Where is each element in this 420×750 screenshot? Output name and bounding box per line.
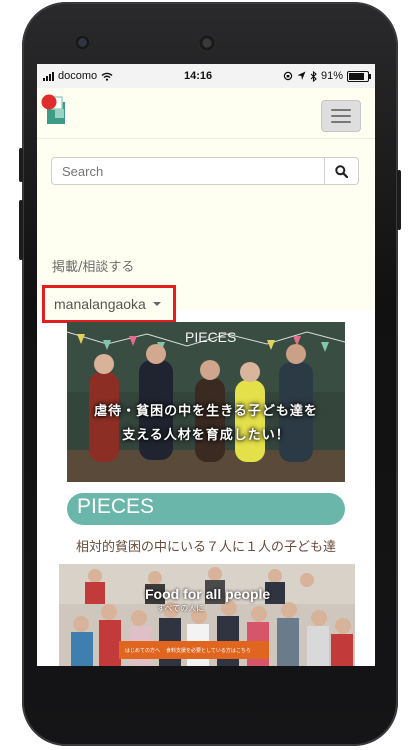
search-icon: [335, 164, 348, 178]
search-bar: [51, 157, 359, 185]
power-button: [397, 170, 401, 230]
caret-down-icon: [152, 302, 161, 306]
hamburger-icon: [331, 109, 351, 111]
rotation-lock-icon: [283, 71, 293, 81]
screen: docomo 14:16 91% Search 掲載/相談する manalang…: [37, 64, 375, 666]
project-tagline: 相対的貧困の中にいる７人に１人の子ども達: [75, 540, 336, 555]
bluetooth-icon: [310, 70, 317, 82]
strip-left-text: はじめての方へ: [125, 647, 161, 654]
banner-caption-line2: 支える人材を育成したい！: [122, 428, 290, 443]
signal-icon: [43, 71, 54, 81]
strip-right-text: 食料支援を必要としている方はこちら: [166, 647, 251, 654]
battery-percent: 91%: [320, 70, 343, 82]
second-project-image[interactable]: Food for all people すべての人に はじめての方へ 食料支援を…: [59, 564, 355, 666]
food-banner-strip: はじめての方へ 食料支援を必要としている方はこちら: [119, 641, 269, 659]
clock: 14:16: [183, 70, 213, 82]
chalkboard-text: PIECES: [185, 329, 236, 345]
food-banner-title: Food for all people: [145, 586, 271, 602]
site-header: 掲載/相談する manalangaoka: [37, 88, 375, 323]
wifi-icon: [101, 72, 113, 81]
project-banner-image[interactable]: PIECES 虐待・貧困の中を生きる子ども達を 支える人材を育成したい！: [67, 322, 345, 482]
earpiece-speaker: [198, 34, 216, 52]
volume-button: [19, 200, 23, 260]
search-button[interactable]: [325, 157, 359, 185]
food-banner-subtitle: すべての人に: [157, 604, 205, 613]
username-label: manalangaoka: [54, 296, 146, 312]
location-icon: [297, 71, 306, 80]
user-dropdown[interactable]: manalangaoka: [42, 285, 176, 323]
battery-icon: [347, 70, 371, 82]
mute-switch: [19, 148, 23, 182]
hamburger-menu-button[interactable]: [321, 100, 361, 132]
carrier-label: docomo: [58, 70, 98, 82]
front-camera: [78, 38, 87, 47]
status-bar: docomo 14:16 91%: [37, 64, 375, 88]
header-divider: [37, 138, 375, 139]
project-title[interactable]: PIECES: [77, 495, 154, 519]
post-consult-link[interactable]: 掲載/相談する: [52, 256, 134, 275]
pieces-logo-icon[interactable]: [41, 94, 67, 126]
search-input[interactable]: [51, 157, 325, 185]
banner-caption-line1: 虐待・貧困の中を生きる子ども達を: [94, 404, 318, 419]
